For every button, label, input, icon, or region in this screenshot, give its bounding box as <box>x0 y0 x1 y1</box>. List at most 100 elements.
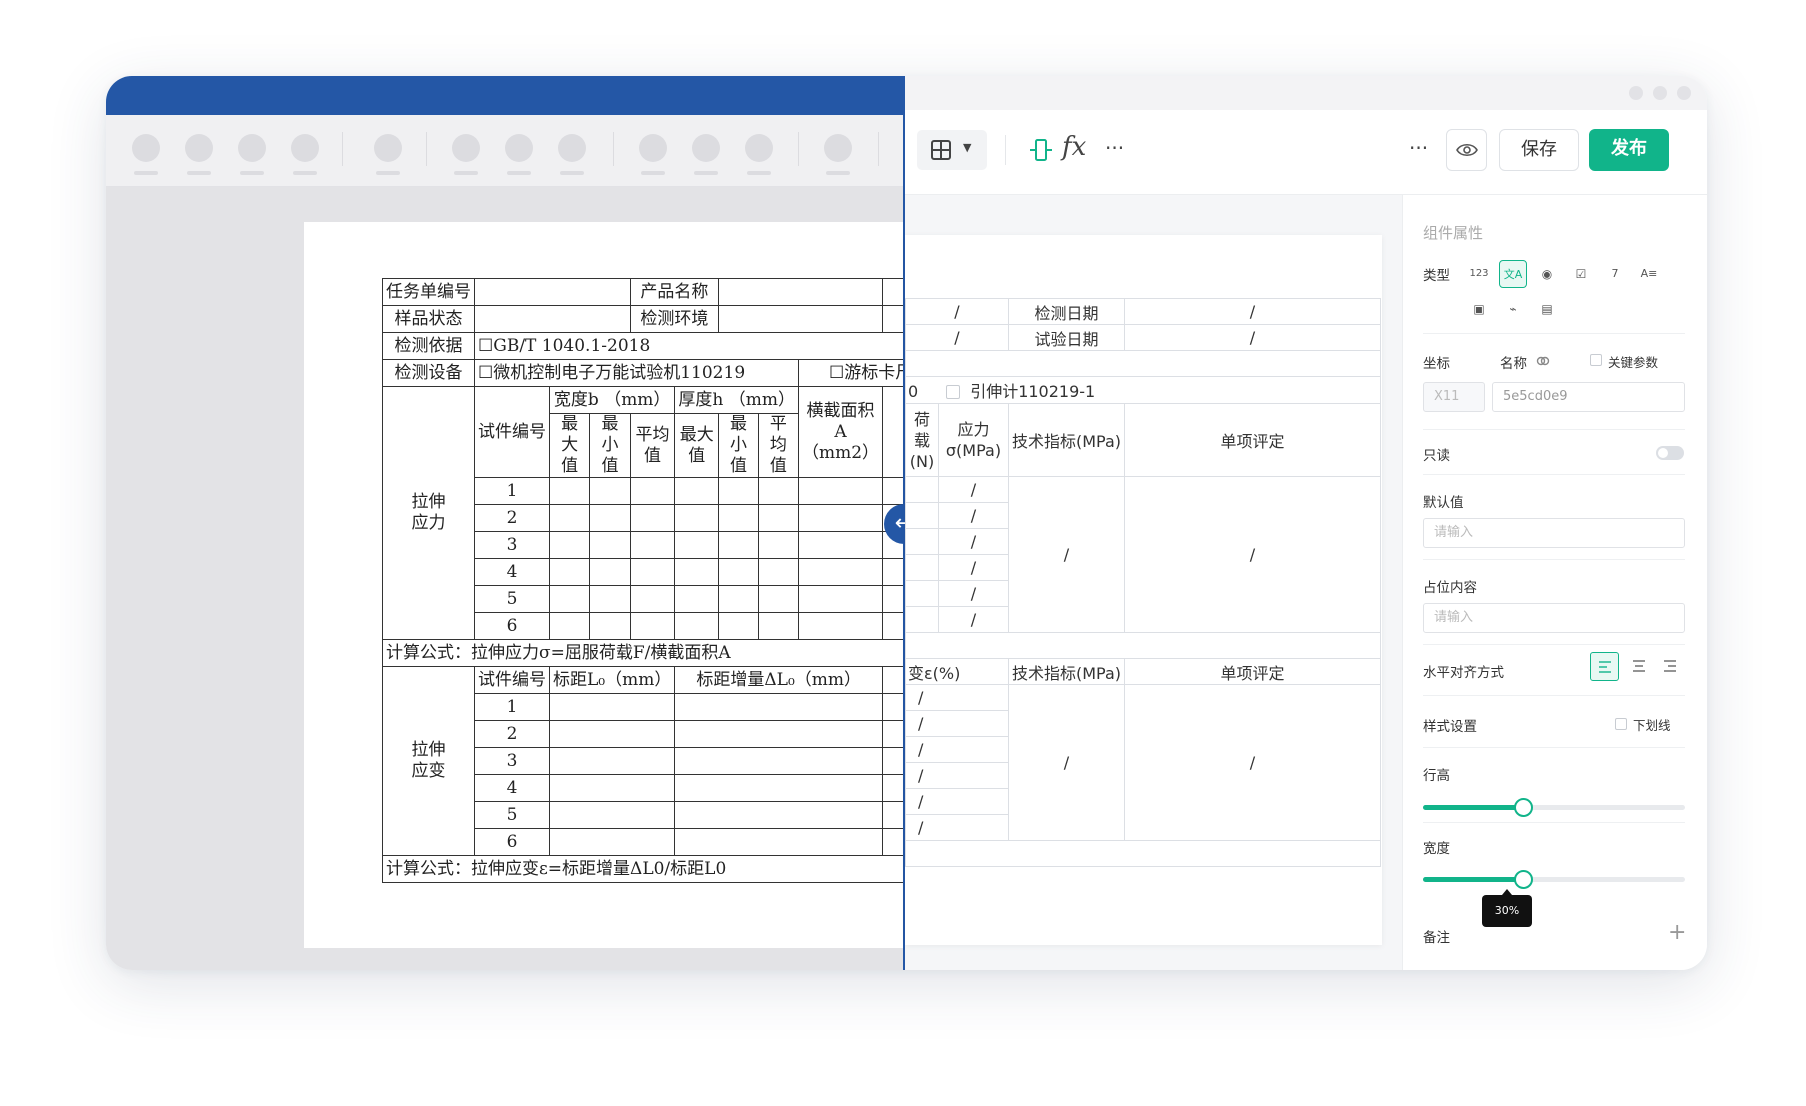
cell[interactable] <box>548 477 591 505</box>
checkbox-icon[interactable] <box>946 385 961 399</box>
publish-button[interactable]: 发布 <box>1589 129 1669 171</box>
cell-value[interactable]: / <box>905 736 1009 763</box>
preview-button[interactable] <box>1446 129 1487 171</box>
type-number-icon[interactable]: 123 <box>1465 260 1493 288</box>
cell-value[interactable]: / <box>1124 298 1381 325</box>
cell[interactable] <box>882 801 903 829</box>
cell[interactable] <box>718 531 759 559</box>
cell-value[interactable]: / <box>905 684 1009 711</box>
cell[interactable] <box>905 580 939 607</box>
cell[interactable] <box>905 502 939 529</box>
name-input[interactable]: 5e5cd0e9 <box>1492 382 1685 412</box>
type-image-icon[interactable]: ▣ <box>1465 295 1493 323</box>
cell[interactable] <box>905 528 939 555</box>
cell[interactable] <box>797 612 884 640</box>
cell-value[interactable]: / <box>1124 324 1381 351</box>
cell[interactable] <box>797 504 884 532</box>
cell-value[interactable]: / <box>905 762 1009 789</box>
equipment-checkbox-2[interactable]: ☐游标卡尺11 <box>797 359 903 387</box>
key-param-checkbox[interactable] <box>1590 354 1602 366</box>
cell-value[interactable]: / <box>905 788 1009 815</box>
cell[interactable] <box>674 477 720 505</box>
cell[interactable] <box>905 476 939 503</box>
window-dot-icon[interactable] <box>1629 86 1643 100</box>
cell[interactable] <box>674 828 884 856</box>
basis-checkbox[interactable]: ☐GB/T 1040.1-2018 <box>473 332 903 360</box>
cell[interactable] <box>882 774 903 802</box>
field-test-env[interactable] <box>718 305 884 333</box>
cell-value[interactable]: / <box>938 476 1009 503</box>
cell-blank[interactable] <box>905 840 1381 867</box>
more-icon[interactable]: ··· <box>1409 136 1428 160</box>
cell[interactable] <box>589 531 631 559</box>
width-slider[interactable] <box>1423 870 1685 889</box>
cell[interactable] <box>882 585 903 613</box>
cell-value[interactable]: / <box>938 606 1009 633</box>
cell[interactable] <box>674 720 884 748</box>
cell[interactable] <box>589 612 631 640</box>
cell[interactable] <box>757 504 799 532</box>
cell-value[interactable]: / <box>905 814 1009 841</box>
cell-value[interactable]: / <box>1008 684 1125 841</box>
underline-checkbox[interactable] <box>1615 718 1627 730</box>
cell[interactable] <box>882 612 903 640</box>
cell[interactable] <box>589 504 631 532</box>
cell[interactable] <box>905 554 939 581</box>
default-input[interactable]: 请输入 <box>1423 518 1685 548</box>
cell[interactable] <box>629 531 676 559</box>
cell[interactable] <box>797 477 884 505</box>
cell[interactable] <box>882 720 903 748</box>
cell[interactable] <box>548 720 676 748</box>
table-menu-button[interactable]: ▼ <box>917 130 987 170</box>
cell[interactable] <box>757 531 799 559</box>
cell-value[interactable]: / <box>905 324 1009 351</box>
cell-value[interactable]: / <box>938 580 1009 607</box>
cell[interactable] <box>548 747 676 775</box>
cell[interactable] <box>674 612 720 640</box>
cell[interactable] <box>674 531 720 559</box>
equipment-checkbox-1[interactable]: ☐微机控制电子万能试验机110219 <box>474 359 799 387</box>
merge-cells-icon[interactable] <box>1028 137 1054 163</box>
cell[interactable] <box>757 612 799 640</box>
cell[interactable] <box>674 504 720 532</box>
cell[interactable] <box>589 585 631 613</box>
type-date-icon[interactable]: 7 <box>1601 260 1629 288</box>
cell[interactable] <box>674 585 720 613</box>
cell-value[interactable]: / <box>938 554 1009 581</box>
cell[interactable] <box>797 585 884 613</box>
row-height-slider[interactable] <box>1423 798 1685 817</box>
type-richtext-icon[interactable]: A≡ <box>1635 260 1663 288</box>
cell-blank[interactable] <box>905 350 1381 377</box>
link-icon[interactable] <box>1536 354 1550 368</box>
type-table-icon[interactable]: ▤ <box>1533 295 1561 323</box>
formula-fx-icon[interactable]: fx <box>1062 132 1086 162</box>
cell[interactable] <box>718 612 759 640</box>
more-icon[interactable]: ··· <box>1105 136 1124 160</box>
cell[interactable] <box>548 504 591 532</box>
cell-value[interactable]: / <box>905 710 1009 737</box>
cell[interactable] <box>674 693 884 721</box>
cell-blank[interactable] <box>905 632 1381 659</box>
field-task-no[interactable] <box>474 278 631 306</box>
align-right-icon[interactable] <box>1656 652 1685 681</box>
add-note-icon[interactable]: + <box>1668 920 1686 945</box>
cell[interactable] <box>674 801 884 829</box>
cell[interactable] <box>589 477 631 505</box>
cell[interactable] <box>629 558 676 586</box>
cell[interactable] <box>548 801 676 829</box>
readonly-toggle[interactable] <box>1656 446 1684 460</box>
coord-input[interactable]: X11 <box>1423 382 1485 412</box>
save-button[interactable]: 保存 <box>1499 129 1579 171</box>
cell[interactable] <box>548 693 676 721</box>
align-left-icon[interactable] <box>1590 652 1619 681</box>
type-attachment-icon[interactable]: ⌁ <box>1499 295 1527 323</box>
cell[interactable] <box>548 585 591 613</box>
cell[interactable] <box>757 585 799 613</box>
align-center-icon[interactable] <box>1625 652 1654 681</box>
cell[interactable] <box>548 531 591 559</box>
cell[interactable] <box>797 558 884 586</box>
field-sample-state[interactable] <box>474 305 631 333</box>
cell[interactable] <box>548 774 676 802</box>
placeholder-input[interactable]: 请输入 <box>1423 603 1685 633</box>
cell-value[interactable]: / <box>938 528 1009 555</box>
